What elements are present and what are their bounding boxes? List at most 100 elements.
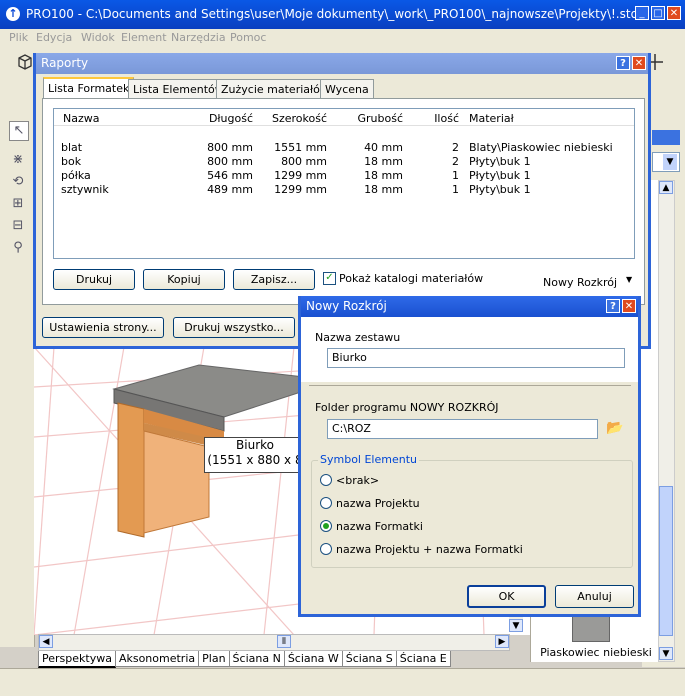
print-button[interactable]: Drukuj xyxy=(53,269,135,290)
scroll-down-icon-2[interactable]: ▼ xyxy=(659,647,673,660)
maximize-button[interactable]: □ xyxy=(651,6,665,20)
raporty-close-button[interactable]: ✕ xyxy=(632,56,646,70)
rotate-icon[interactable]: ⟲ xyxy=(9,173,27,191)
radio-projekt-formatka-label[interactable]: nazwa Projektu + nazwa Formatki xyxy=(336,543,523,556)
desk-label-dims: (1551 x 880 x 8 xyxy=(207,453,303,467)
radio-brak[interactable] xyxy=(320,474,332,486)
cell-nazwa: sztywnik xyxy=(61,182,109,196)
close-button[interactable]: ✕ xyxy=(667,6,681,20)
scroll-thumb[interactable]: ⦀ xyxy=(277,635,291,648)
view-tabs: Perspektywa Aksonometria Plan Ściana N Ścian… xyxy=(38,651,518,668)
tab-aksonometria[interactable]: Aksonometria xyxy=(114,651,200,667)
tab-lista-formatek[interactable]: Lista Formatek xyxy=(43,77,135,99)
raporty-title-bar: Raporty ? ✕ xyxy=(36,53,648,74)
show-catalogs-label: Pokaż katalogi materiałów xyxy=(339,272,484,285)
col-szerokosc[interactable]: Szerokość xyxy=(259,111,333,126)
radio-nazwa-projektu[interactable] xyxy=(320,497,332,509)
menu-plik[interactable]: Plik xyxy=(9,31,28,44)
scroll-down-icon[interactable]: ▼ xyxy=(509,619,523,632)
minimize-button[interactable]: _ xyxy=(635,6,649,20)
scroll-left-icon[interactable]: ◀ xyxy=(39,635,53,648)
zoom-icon[interactable]: ⚲ xyxy=(9,239,27,257)
cell-ilosc: 1 xyxy=(452,182,459,196)
dropdown-arrow-icon[interactable]: ▼ xyxy=(663,154,677,170)
menu-edycja[interactable]: Edycja xyxy=(36,31,72,44)
tab-sciana-n[interactable]: Ściana N xyxy=(228,651,285,667)
open-folder-icon[interactable]: 📂 xyxy=(606,420,626,438)
help-button-2[interactable]: ? xyxy=(606,299,620,313)
viewport-horizontal-scrollbar[interactable]: ◀ ⦀ ▶ xyxy=(38,634,510,651)
set-name-input[interactable]: Biurko xyxy=(327,348,625,368)
nowy-rozkroj-dialog: Nowy Rozkrój ? ✕ Nazwa zestawu Biurko Fo… xyxy=(298,296,641,617)
align-icon[interactable]: ⊞ xyxy=(9,195,27,213)
tab-sciana-e[interactable]: Ściana E xyxy=(395,651,451,667)
panel-header xyxy=(652,130,680,145)
tab-perspektywa[interactable]: Perspektywa xyxy=(38,651,116,668)
table-header: Nazwa Długość Szerokość Grubość Ilość Ma… xyxy=(54,111,634,126)
scroll-up-icon[interactable]: ▲ xyxy=(659,181,673,194)
col-material[interactable]: Materiał xyxy=(465,111,634,126)
cell-material: Płyty\buk 1 xyxy=(469,154,531,168)
cell-szerokosc: 1551 mm xyxy=(274,140,327,154)
folder-input[interactable]: C:\ROZ xyxy=(327,419,598,439)
tab-zuzycie-materialow[interactable]: Zużycie materiałów xyxy=(216,79,334,98)
menu-narzedzia[interactable]: Narzędzia xyxy=(171,31,226,44)
cell-dlugosc: 489 mm xyxy=(207,182,253,196)
save-button[interactable]: Zapisz... xyxy=(233,269,315,290)
cell-material: Płyty\buk 1 xyxy=(469,182,531,196)
material-list-scrollbar[interactable]: ▲ ▼ xyxy=(658,180,675,662)
cell-nazwa: blat xyxy=(61,140,83,154)
col-nazwa[interactable]: Nazwa xyxy=(54,111,191,126)
cancel-button[interactable]: Anuluj xyxy=(555,585,634,608)
col-ilosc[interactable]: Ilość xyxy=(409,111,465,126)
tab-panel: Nazwa Długość Szerokość Grubość Ilość Ma… xyxy=(42,98,645,305)
desk-label-name: Biurko xyxy=(236,438,274,452)
scroll-right-icon[interactable]: ▶ xyxy=(495,635,509,648)
main-title-bar: ↑ PRO100 - C:\Documents and Settings\use… xyxy=(0,0,685,29)
copy-button[interactable]: Kopiuj xyxy=(143,269,225,290)
nowy-rozkroj-title-bar: Nowy Rozkrój ? ✕ xyxy=(301,296,638,317)
app-icon[interactable]: ↑ xyxy=(6,7,20,21)
radio-projekt-formatka[interactable] xyxy=(320,543,332,555)
dropdown-arrow-icon[interactable]: ▼ xyxy=(626,275,632,284)
radio-brak-label[interactable]: <brak> xyxy=(336,474,379,487)
print-all-button[interactable]: Drukuj wszystko... xyxy=(173,317,295,338)
table-row[interactable]: blat 800 mm 1551 mm 40 mm 2 Blaty\Piasko… xyxy=(54,140,634,154)
radio-nazwa-formatki-label[interactable]: nazwa Formatki xyxy=(336,520,423,533)
cell-grubosc: 18 mm xyxy=(364,182,403,196)
nowy-rozkroj-title: Nowy Rozkrój xyxy=(306,299,387,313)
tab-plan[interactable]: Plan xyxy=(198,651,230,667)
menu-pomoc[interactable]: Pomoc xyxy=(230,31,266,44)
help-button[interactable]: ? xyxy=(616,56,630,70)
export-dropdown[interactable]: Nowy Rozkrój xyxy=(543,276,617,289)
select-arrow-icon[interactable]: ↖ xyxy=(9,121,29,141)
cube-icon[interactable] xyxy=(16,53,34,71)
cell-szerokosc: 1299 mm xyxy=(274,182,327,196)
distribute-icon[interactable]: ⊟ xyxy=(9,217,27,235)
table-row[interactable]: bok 800 mm 800 mm 18 mm 2 Płyty\buk 1 xyxy=(54,154,634,168)
cell-nazwa: półka xyxy=(61,168,91,182)
tab-lista-elementow[interactable]: Lista Elementów xyxy=(128,79,229,98)
col-dlugosc[interactable]: Długość xyxy=(191,111,259,126)
formatki-table[interactable]: Nazwa Długość Szerokość Grubość Ilość Ma… xyxy=(53,108,635,259)
tab-wycena[interactable]: Wycena xyxy=(320,79,374,98)
col-grubosc[interactable]: Grubość xyxy=(333,111,409,126)
ok-button[interactable]: OK xyxy=(467,585,546,608)
radio-nazwa-projektu-label[interactable]: nazwa Projektu xyxy=(336,497,420,510)
desk-dimension-label: Biurko (1551 x 880 x 8 xyxy=(204,437,306,473)
page-setup-button[interactable]: Ustawienia strony... xyxy=(42,317,164,338)
material-scroll-thumb[interactable] xyxy=(659,486,673,636)
nowy-rozkroj-close-button[interactable]: ✕ xyxy=(622,299,636,313)
cell-ilosc: 1 xyxy=(452,168,459,182)
radio-nazwa-formatki[interactable] xyxy=(320,520,332,532)
menu-widok[interactable]: Widok xyxy=(81,31,115,44)
table-row[interactable]: półka 546 mm 1299 mm 18 mm 1 Płyty\buk 1 xyxy=(54,168,634,182)
menu-element[interactable]: Element xyxy=(121,31,167,44)
tab-sciana-w[interactable]: Ściana W xyxy=(283,651,343,667)
tab-sciana-s[interactable]: Ściana S xyxy=(341,651,397,667)
resize-icon[interactable]: ⋇ xyxy=(9,151,27,169)
show-catalogs-checkbox[interactable]: ✓ xyxy=(323,272,336,285)
panel-dropdown[interactable]: ▼ xyxy=(652,152,680,172)
table-row[interactable]: sztywnik 489 mm 1299 mm 18 mm 1 Płyty\bu… xyxy=(54,182,634,196)
cell-dlugosc: 800 mm xyxy=(207,140,253,154)
